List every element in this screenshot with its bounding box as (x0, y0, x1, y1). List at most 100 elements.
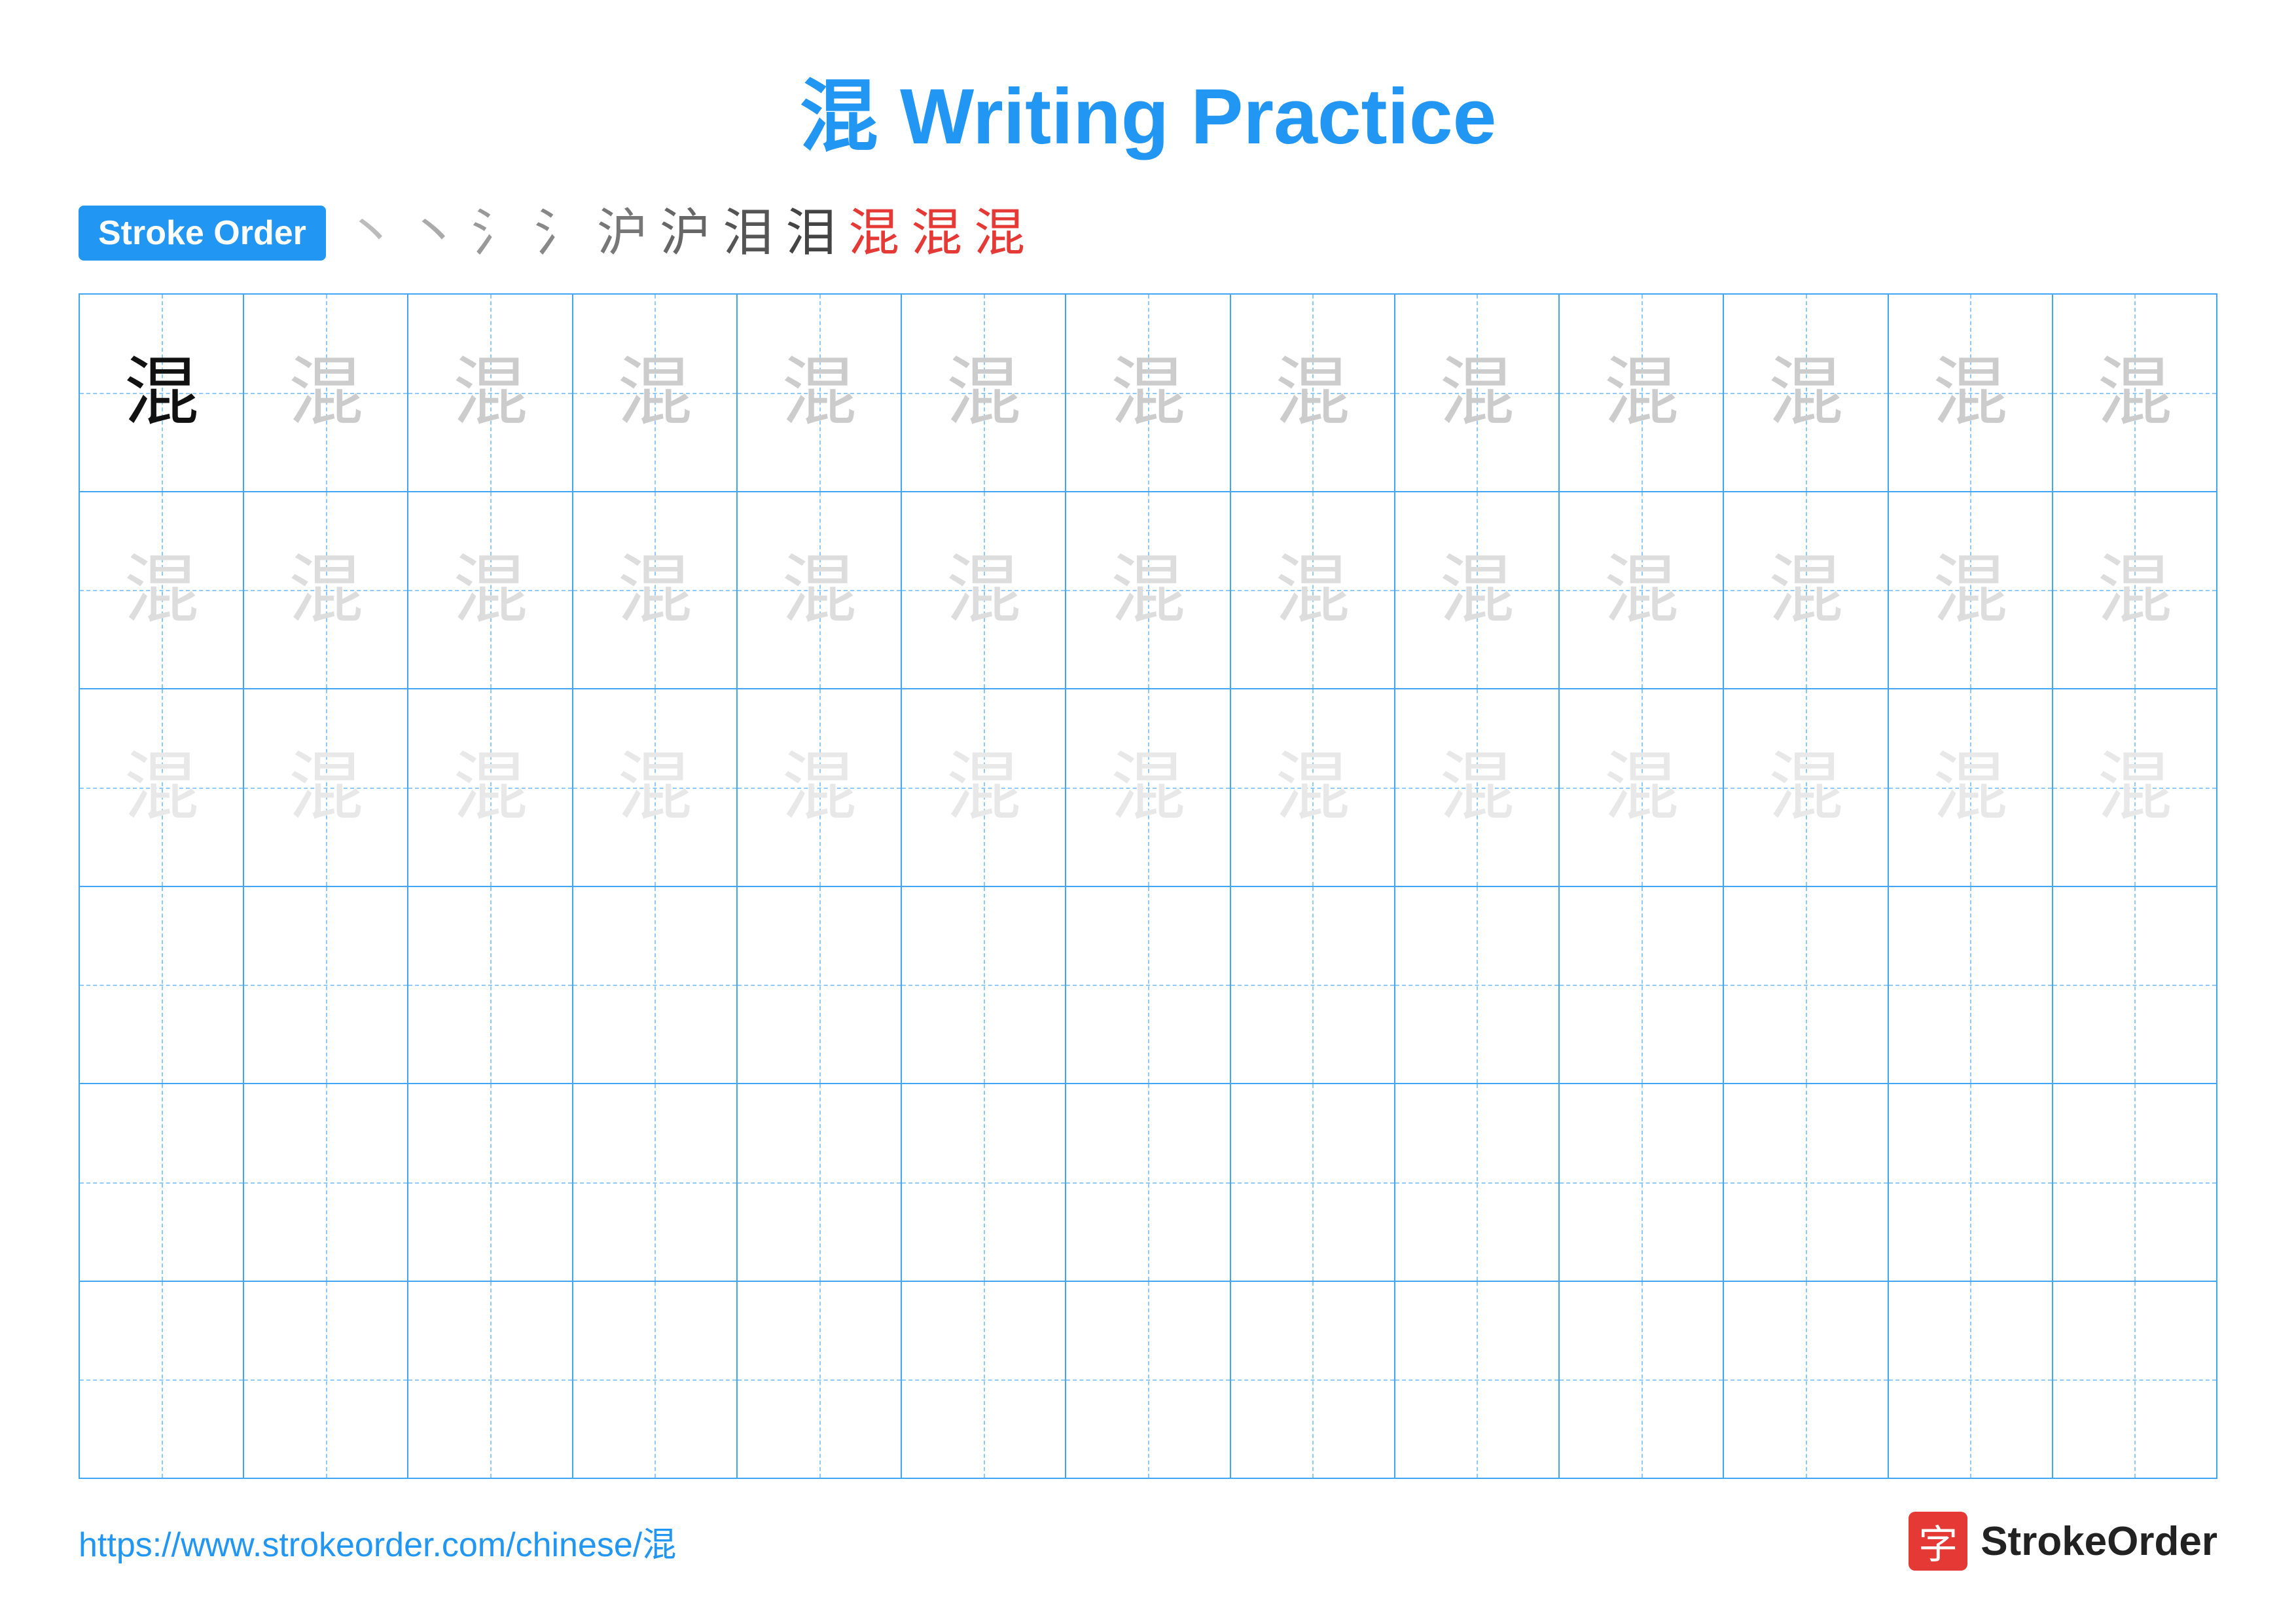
grid-cell-6-4[interactable] (573, 1282, 738, 1478)
grid-cell-6-13[interactable] (2053, 1282, 2216, 1478)
grid-cell-3-12: 混 (1889, 689, 2053, 886)
footer: https://www.strokeorder.com/chinese/混 字 … (79, 1512, 2217, 1571)
grid-cell-4-7[interactable] (1066, 887, 1230, 1084)
grid-cell-1-5: 混 (738, 295, 902, 491)
grid-cell-2-10: 混 (1560, 492, 1724, 689)
grid-cell-1-6: 混 (902, 295, 1066, 491)
grid-cell-6-5[interactable] (738, 1282, 902, 1478)
grid-cell-5-9[interactable] (1395, 1084, 1560, 1281)
grid-cell-6-2[interactable] (244, 1282, 408, 1478)
stroke-9: 混 (848, 208, 899, 259)
grid-cell-5-2[interactable] (244, 1084, 408, 1281)
grid-cell-4-10[interactable] (1560, 887, 1724, 1084)
grid-cell-3-1: 混 (80, 689, 244, 886)
grid-row-4[interactable] (80, 887, 2216, 1085)
grid-cell-3-8: 混 (1231, 689, 1395, 886)
char-solid: 混 (124, 355, 199, 430)
grid-cell-1-9: 混 (1395, 295, 1560, 491)
grid-cell-5-8[interactable] (1231, 1084, 1395, 1281)
grid-cell-5-6[interactable] (902, 1084, 1066, 1281)
grid-cell-2-1: 混 (80, 492, 244, 689)
grid-cell-3-13: 混 (2053, 689, 2216, 886)
grid-cell-1-7: 混 (1066, 295, 1230, 491)
page: 混 Writing Practice Stroke Order 丶 丶 氵 氵 … (0, 0, 2296, 1623)
grid-cell-4-12[interactable] (1889, 887, 2053, 1084)
footer-logo: 字 StrokeOrder (1909, 1512, 2217, 1571)
grid-row-3: 混 混 混 混 混 混 混 混 混 混 混 混 混 (80, 689, 2216, 887)
logo-icon: 字 (1909, 1512, 1967, 1571)
logo-text: StrokeOrder (1981, 1518, 2217, 1565)
stroke-8: 泪 (785, 208, 836, 259)
grid-row-2: 混 混 混 混 混 混 混 混 混 混 混 混 混 (80, 492, 2216, 690)
grid-cell-4-3[interactable] (408, 887, 573, 1084)
grid-cell-2-4: 混 (573, 492, 738, 689)
grid-cell-1-8: 混 (1231, 295, 1395, 491)
stroke-6: 沪 (660, 208, 711, 259)
grid-cell-6-11[interactable] (1724, 1282, 1888, 1478)
grid-cell-4-5[interactable] (738, 887, 902, 1084)
grid-cell-5-4[interactable] (573, 1084, 738, 1281)
stroke-11: 混 (974, 208, 1025, 259)
footer-url[interactable]: https://www.strokeorder.com/chinese/混 (79, 1517, 676, 1566)
grid-cell-4-9[interactable] (1395, 887, 1560, 1084)
grid-cell-3-3: 混 (408, 689, 573, 886)
grid-cell-5-12[interactable] (1889, 1084, 2053, 1281)
grid-cell-6-8[interactable] (1231, 1282, 1395, 1478)
grid-cell-5-11[interactable] (1724, 1084, 1888, 1281)
page-title: 混 Writing Practice (800, 52, 1497, 166)
grid-cell-4-6[interactable] (902, 887, 1066, 1084)
grid-cell-3-11: 混 (1724, 689, 1888, 886)
stroke-10: 混 (911, 208, 962, 259)
grid-cell-1-12: 混 (1889, 295, 2053, 491)
stroke-sequence: 丶 丶 氵 氵 沪 沪 泪 泪 混 混 混 (346, 208, 1025, 259)
grid-cell-3-5: 混 (738, 689, 902, 886)
grid-cell-4-4[interactable] (573, 887, 738, 1084)
grid-cell-1-13: 混 (2053, 295, 2216, 491)
grid-cell-3-4: 混 (573, 689, 738, 886)
grid-cell-6-6[interactable] (902, 1282, 1066, 1478)
grid-cell-2-5: 混 (738, 492, 902, 689)
grid-cell-4-2[interactable] (244, 887, 408, 1084)
grid-cell-1-3: 混 (408, 295, 573, 491)
grid-cell-5-10[interactable] (1560, 1084, 1724, 1281)
grid-cell-4-13[interactable] (2053, 887, 2216, 1084)
grid-cell-1-11: 混 (1724, 295, 1888, 491)
stroke-order-row: Stroke Order 丶 丶 氵 氵 沪 沪 泪 泪 混 混 混 (79, 206, 2217, 261)
grid-row-6[interactable] (80, 1282, 2216, 1478)
grid-cell-5-1[interactable] (80, 1084, 244, 1281)
grid-cell-2-8: 混 (1231, 492, 1395, 689)
grid-cell-2-12: 混 (1889, 492, 2053, 689)
grid-cell-6-12[interactable] (1889, 1282, 2053, 1478)
grid-cell-6-9[interactable] (1395, 1282, 1560, 1478)
grid-cell-5-5[interactable] (738, 1084, 902, 1281)
grid-cell-6-10[interactable] (1560, 1282, 1724, 1478)
grid-cell-2-9: 混 (1395, 492, 1560, 689)
grid-cell-5-3[interactable] (408, 1084, 573, 1281)
grid-cell-4-8[interactable] (1231, 887, 1395, 1084)
grid-cell-5-13[interactable] (2053, 1084, 2216, 1281)
grid-cell-3-9: 混 (1395, 689, 1560, 886)
grid-row-5[interactable] (80, 1084, 2216, 1282)
char-template: 混 (288, 355, 363, 430)
stroke-3: 氵 (471, 208, 522, 259)
stroke-5: 沪 (597, 208, 648, 259)
grid-cell-6-1[interactable] (80, 1282, 244, 1478)
grid-cell-2-13: 混 (2053, 492, 2216, 689)
grid-cell-2-3: 混 (408, 492, 573, 689)
stroke-2: 丶 (408, 208, 459, 259)
grid-cell-4-11[interactable] (1724, 887, 1888, 1084)
grid-cell-3-2: 混 (244, 689, 408, 886)
grid-cell-3-7: 混 (1066, 689, 1230, 886)
grid-cell-6-7[interactable] (1066, 1282, 1230, 1478)
grid-cell-1-4: 混 (573, 295, 738, 491)
grid-cell-3-10: 混 (1560, 689, 1724, 886)
grid-cell-1-10: 混 (1560, 295, 1724, 491)
practice-grid: 混 混 混 混 混 混 混 混 混 混 混 混 混 混 混 混 混 混 混 混 … (79, 293, 2217, 1479)
grid-cell-1-1: 混 (80, 295, 244, 491)
grid-cell-2-6: 混 (902, 492, 1066, 689)
grid-cell-6-3[interactable] (408, 1282, 573, 1478)
grid-cell-4-1[interactable] (80, 887, 244, 1084)
stroke-7: 泪 (723, 208, 774, 259)
grid-cell-2-11: 混 (1724, 492, 1888, 689)
grid-cell-5-7[interactable] (1066, 1084, 1230, 1281)
